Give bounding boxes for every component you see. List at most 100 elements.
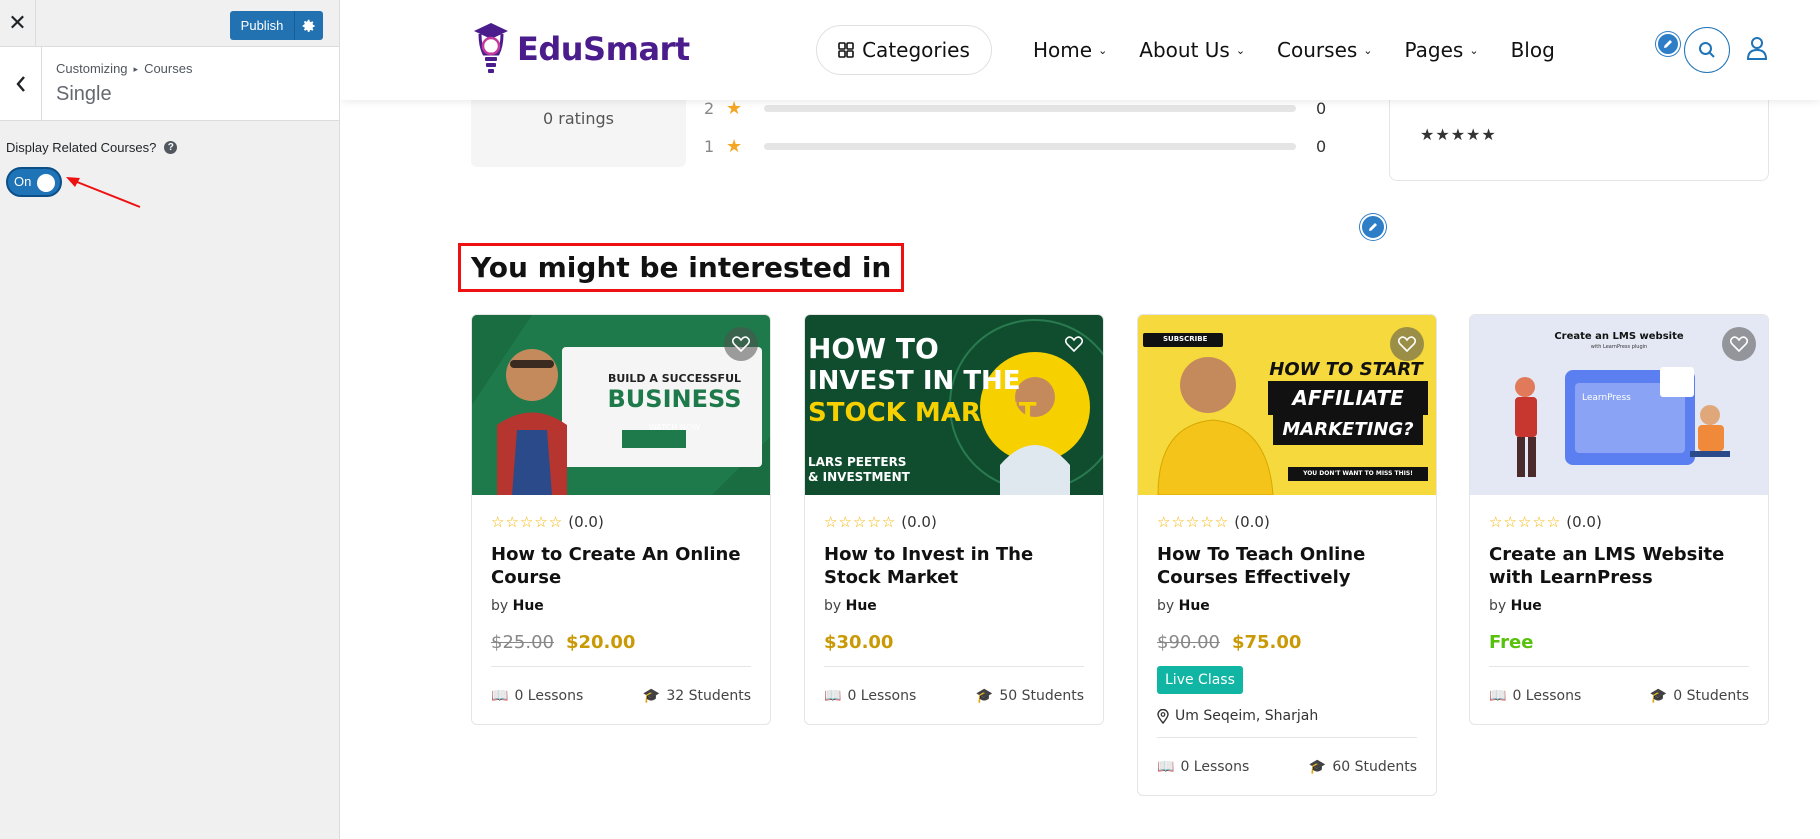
course-card[interactable]: Create an LMS website with LearnPress pl… <box>1469 314 1769 725</box>
customizer-sidebar: ✕ Publish Customizing ▸ Courses Single Dis… <box>0 0 340 839</box>
course-thumbnail[interactable]: BUILD A SUCCESSFUL BUSINESS WATCH NOW <box>472 315 770 495</box>
course-students: 🎓 60 Students <box>1309 759 1417 775</box>
course-meta: 📖 0 Lessons 🎓 0 Students <box>1489 666 1749 724</box>
course-card-body: ☆☆☆☆☆ (0.0) Create an LMS Website with Le… <box>1470 495 1768 724</box>
course-price: $90.00 $75.00 <box>1157 632 1417 653</box>
nav-item-label: Pages <box>1404 38 1464 62</box>
course-thumbnail[interactable]: SUBSCRIBE HOW TO START AFFILIATE MARKETI… <box>1138 315 1436 495</box>
course-author-name[interactable]: Hue <box>846 598 877 614</box>
course-author-name[interactable]: Hue <box>513 598 544 614</box>
course-author: by Hue <box>1489 598 1749 614</box>
course-students: 🎓 0 Students <box>1650 688 1749 704</box>
nav-item-about[interactable]: About Us ⌄ <box>1139 38 1245 62</box>
course-free-price: Free <box>1489 632 1534 653</box>
heart-icon[interactable] <box>724 327 758 361</box>
course-rating-value: (0.0) <box>901 513 937 531</box>
breadcrumb-courses: Courses <box>144 61 193 76</box>
thumb-text: LARS PEETERS <box>808 455 907 469</box>
rating-row: 1 ★ 0 <box>704 136 1326 157</box>
control-label: Display Related Courses? ? <box>6 140 178 155</box>
course-author-name[interactable]: Hue <box>1179 598 1210 614</box>
site-header: EduSmart Categories Home ⌄ About Us ⌄ Cour… <box>341 0 1820 100</box>
rating-bar <box>764 105 1296 112</box>
course-location-text: Um Seqeim, Sharjah <box>1175 708 1319 724</box>
site-preview: 0 ratings 2 ★ 0 1 ★ 0 ★★★★★ EduSmart Cat… <box>341 0 1820 839</box>
related-courses-heading-text: You might be interested in <box>471 251 892 284</box>
rating-row-stars: 2 <box>704 99 715 118</box>
thumb-text: WATCH NOW <box>648 423 701 432</box>
course-rating: ☆☆☆☆☆ (0.0) <box>1489 513 1749 531</box>
course-rating: ☆☆☆☆☆ (0.0) <box>491 513 751 531</box>
live-class-badge: Live Class <box>1157 666 1243 694</box>
pencil-icon[interactable] <box>1656 32 1680 56</box>
course-sale-price: $75.00 <box>1231 632 1302 653</box>
course-thumbnail[interactable]: HOW TO INVEST IN THE STOCK MARKET LARS P… <box>805 315 1103 495</box>
course-rating-value: (0.0) <box>1566 513 1602 531</box>
publish-button[interactable]: Publish <box>230 11 294 40</box>
course-lessons: 📖 0 Lessons <box>1157 759 1249 775</box>
gear-icon[interactable] <box>294 11 323 40</box>
chevron-down-icon: ⌄ <box>1098 43 1108 57</box>
nav-item-blog[interactable]: Blog <box>1511 38 1555 62</box>
course-author-name[interactable]: Hue <box>1511 598 1542 614</box>
course-title[interactable]: Create an LMS Website with LearnPress <box>1489 543 1749 589</box>
thumb-text: YOU DON'T WANT TO MISS THIS! <box>1303 470 1413 477</box>
thumb-text: BUILD A SUCCESSFUL <box>607 372 742 385</box>
close-icon[interactable]: ✕ <box>0 0 36 47</box>
star-icon: ★ <box>726 136 743 157</box>
user-icon[interactable] <box>1746 36 1768 64</box>
course-card-body: ☆☆☆☆☆ (0.0) How to Create An Online Cours… <box>472 495 770 724</box>
nav-item-home[interactable]: Home ⌄ <box>1033 38 1107 62</box>
back-chevron-icon[interactable] <box>0 47 42 121</box>
pencil-icon[interactable] <box>1360 214 1386 240</box>
thumb-text: INVEST IN THE <box>808 366 1021 396</box>
publish-button-group: Publish <box>230 11 323 40</box>
empty-stars-icon: ☆☆☆☆☆ <box>491 513 564 531</box>
course-card-body: ☆☆☆☆☆ (0.0) How to Invest in The Stock Ma… <box>805 495 1103 724</box>
site-logo[interactable]: EduSmart <box>473 22 690 76</box>
course-card[interactable]: HOW TO INVEST IN THE STOCK MARKET LARS P… <box>804 314 1104 725</box>
related-courses-toggle[interactable]: On <box>6 167 62 197</box>
chevron-down-icon: ⌄ <box>1235 43 1246 57</box>
course-card[interactable]: SUBSCRIBE HOW TO START AFFILIATE MARKETI… <box>1137 314 1437 796</box>
thumb-text: STOCK MARKET <box>808 398 1037 428</box>
empty-stars-icon: ☆☆☆☆☆ <box>1157 513 1230 531</box>
course-price: $25.00 $20.00 <box>491 632 751 653</box>
search-button[interactable] <box>1684 27 1730 73</box>
chevron-down-icon: ⌄ <box>1469 43 1479 57</box>
breadcrumb: Customizing ▸ Courses <box>56 61 192 76</box>
course-title[interactable]: How To Teach Online Courses Effectively <box>1157 543 1417 589</box>
graduation-cap-icon: 🎓 <box>642 687 661 704</box>
course-students-text: 0 Students <box>1673 687 1749 704</box>
course-title[interactable]: How to Invest in The Stock Market <box>824 543 1084 589</box>
graduation-cap-icon: 🎓 <box>1649 687 1668 704</box>
nav-item-courses[interactable]: Courses ⌄ <box>1277 38 1372 62</box>
course-thumbnail[interactable]: Create an LMS website with LearnPress pl… <box>1470 315 1768 495</box>
nav-item-pages[interactable]: Pages ⌄ <box>1405 38 1479 62</box>
rating-row-stars: 1 <box>704 137 715 156</box>
book-icon: 📖 <box>824 687 842 704</box>
nav-item-label: Home <box>1033 38 1093 62</box>
graduation-cap-icon: 🎓 <box>975 687 994 704</box>
course-author: by Hue <box>1157 598 1417 614</box>
brand-name: EduSmart <box>517 30 690 68</box>
course-title[interactable]: How to Create An Online Course <box>491 543 751 589</box>
heart-icon[interactable] <box>1390 327 1424 361</box>
nav-item-label: Blog <box>1510 38 1555 62</box>
course-rating: ☆☆☆☆☆ (0.0) <box>1157 513 1417 531</box>
help-icon[interactable]: ? <box>164 141 178 154</box>
course-author: by Hue <box>491 598 751 614</box>
course-meta: 📖 0 Lessons 🎓 60 Students <box>1157 737 1417 795</box>
nav-item-label: About Us <box>1139 38 1230 62</box>
course-rating-value: (0.0) <box>1234 513 1270 531</box>
categories-button[interactable]: Categories <box>816 25 992 75</box>
heart-icon[interactable] <box>1057 327 1091 361</box>
course-card[interactable]: BUILD A SUCCESSFUL BUSINESS WATCH NOW ☆☆… <box>471 314 771 725</box>
course-students: 🎓 50 Students <box>976 688 1084 704</box>
course-card-body: ☆☆☆☆☆ (0.0) How To Teach Online Courses E… <box>1138 495 1436 795</box>
heart-icon[interactable] <box>1722 327 1756 361</box>
thumb-text: AFFILIATE <box>1292 386 1404 410</box>
course-price: $30.00 <box>824 632 1084 653</box>
control-label-text: Display Related Courses? <box>6 140 157 155</box>
customizer-topbar: ✕ Publish <box>0 0 339 47</box>
